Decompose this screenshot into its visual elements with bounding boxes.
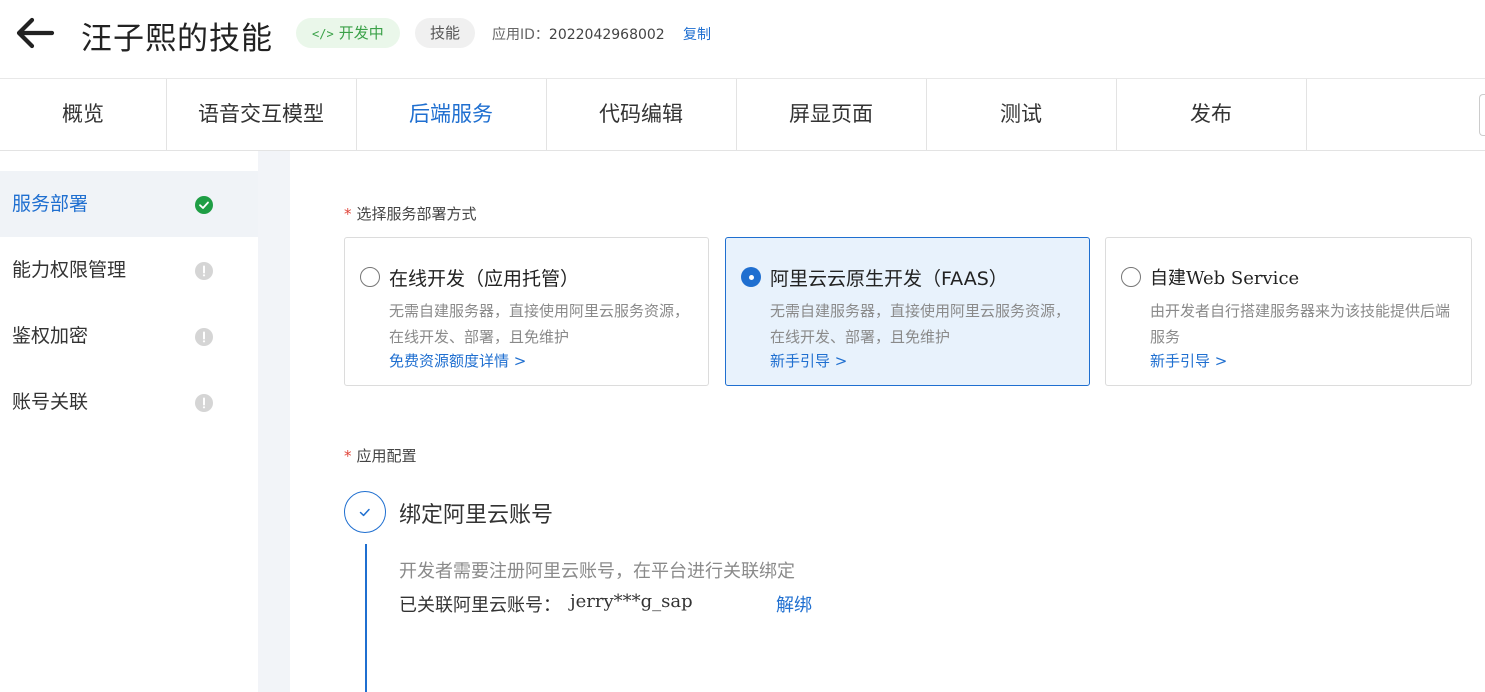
step-check-icon	[344, 491, 386, 533]
code-icon: </>	[312, 27, 334, 41]
sidebar-item-auth-encryption[interactable]: 鉴权加密	[0, 303, 258, 369]
deploy-option-web-service[interactable]: 自建Web Service 由开发者自行搭建服务器来为该技能提供后端服务 新手引…	[1105, 237, 1472, 386]
option-title: 在线开发（应用托管）	[389, 268, 580, 290]
deploy-option-online[interactable]: 在线开发（应用托管） 无需自建服务器，直接使用阿里云服务资源，在线开发、部署，且…	[344, 237, 709, 386]
tab-code-editor[interactable]: 代码编辑	[546, 79, 737, 150]
status-badge-label: 开发中	[338, 24, 384, 42]
linked-account-label: 已关联阿里云账号：	[399, 595, 561, 616]
exclamation-circle-icon	[195, 262, 213, 280]
radio-button[interactable]	[1121, 267, 1141, 287]
required-mark: *	[344, 447, 352, 465]
guide-link[interactable]: 新手引导 >	[1150, 350, 1227, 371]
tab-publish[interactable]: 发布	[1116, 79, 1307, 150]
required-mark: *	[344, 205, 352, 223]
back-button[interactable]	[14, 14, 56, 54]
deploy-option-faas[interactable]: 阿里云云原生开发（FAAS） 无需自建服务器，直接使用阿里云服务资源，在线开发、…	[725, 237, 1090, 386]
option-title: 自建Web Service	[1150, 268, 1300, 289]
guide-link[interactable]: 新手引导 >	[770, 350, 847, 371]
tab-test[interactable]: 测试	[926, 79, 1117, 150]
sidebar-item-service-deploy[interactable]: 服务部署	[0, 171, 258, 237]
page-title: 汪子熙的技能	[81, 21, 273, 57]
step-connector	[365, 544, 367, 692]
page-header: 汪子熙的技能 </> 开发中 技能 应用ID：2022042968002 复制	[0, 0, 1485, 79]
exclamation-circle-icon	[195, 328, 213, 346]
radio-button-checked[interactable]	[741, 267, 761, 287]
arrow-left-icon	[16, 17, 55, 49]
app-id-value: 2022042968002	[548, 27, 665, 43]
tab-backend-service[interactable]: 后端服务	[356, 79, 547, 150]
step-description: 开发者需要注册阿里云账号，在平台进行关联绑定	[399, 561, 795, 582]
app-id: 应用ID：2022042968002	[492, 24, 665, 44]
sidebar: 服务部署 能力权限管理 鉴权加密 账号关联	[0, 151, 258, 692]
sidebar-item-label: 能力权限管理	[12, 259, 127, 281]
sidebar-item-label: 账号关联	[12, 391, 89, 413]
config-section-text: 应用配置	[356, 447, 417, 465]
tab-screen-page[interactable]: 屏显页面	[736, 79, 927, 150]
linked-account-value: jerry***g_sap	[570, 591, 693, 612]
exclamation-circle-icon	[195, 394, 213, 412]
sidebar-item-label: 服务部署	[12, 193, 89, 215]
radio-button[interactable]	[360, 267, 380, 287]
option-title: 阿里云云原生开发（FAAS）	[770, 268, 1008, 290]
tab-overview[interactable]: 概览	[0, 79, 167, 150]
main-content: * 选择服务部署方式 在线开发（应用托管） 无需自建服务器，直接使用阿里云服务资源…	[290, 151, 1485, 692]
sidebar-divider	[258, 151, 290, 692]
type-badge: 技能	[415, 18, 476, 48]
deploy-section-label: * 选择服务部署方式	[344, 203, 477, 224]
option-description: 由开发者自行搭建服务器来为该技能提供后端服务	[1150, 302, 1451, 346]
app-id-label: 应用ID：	[492, 27, 549, 43]
sidebar-item-label: 鉴权加密	[12, 325, 89, 347]
sidebar-item-permission[interactable]: 能力权限管理	[0, 237, 258, 303]
step-title: 绑定阿里云账号	[399, 503, 554, 528]
config-section-label: * 应用配置	[344, 445, 417, 466]
status-badge: </> 开发中	[296, 18, 400, 48]
check-circle-icon	[195, 196, 213, 214]
main-tabs: 概览 语音交互模型 后端服务 代码编辑 屏显页面 测试 发布	[0, 79, 1485, 151]
tab-voice-model[interactable]: 语音交互模型	[166, 79, 357, 150]
sidebar-item-account-link[interactable]: 账号关联	[0, 369, 258, 435]
free-quota-link[interactable]: 免费资源额度详情 >	[389, 350, 526, 371]
option-description: 无需自建服务器，直接使用阿里云服务资源，在线开发、部署，且免维护	[770, 302, 1071, 346]
option-description: 无需自建服务器，直接使用阿里云服务资源，在线开发、部署，且免维护	[389, 302, 690, 346]
copy-app-id-link[interactable]: 复制	[683, 24, 711, 44]
deploy-section-text: 选择服务部署方式	[356, 205, 477, 223]
unbind-link[interactable]: 解绑	[776, 591, 812, 617]
tab-overflow-control[interactable]	[1479, 94, 1485, 136]
